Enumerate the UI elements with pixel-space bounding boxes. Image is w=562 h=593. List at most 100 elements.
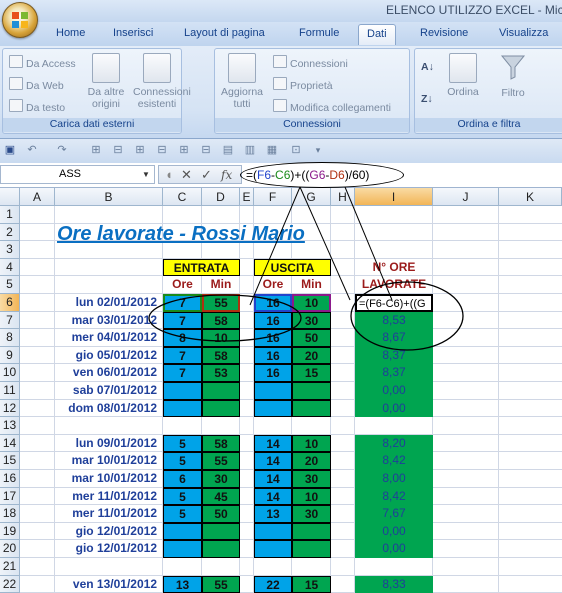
entrata-ore-cell[interactable]: 8 — [163, 329, 202, 347]
refresh-all-button[interactable]: Aggiorna tutti — [217, 53, 267, 110]
uscita-min-cell[interactable] — [292, 522, 331, 541]
row-header-13[interactable]: 13 — [0, 417, 20, 435]
from-text-button[interactable]: Da testo — [9, 99, 65, 114]
uscita-ore-cell[interactable] — [254, 540, 292, 558]
date-cell[interactable]: lun 09/01/2012 — [55, 435, 163, 453]
uscita-ore-cell[interactable]: 22 — [254, 575, 292, 593]
uscita-ore-cell[interactable] — [254, 399, 292, 418]
entrata-ore-cell[interactable]: 5 — [163, 505, 202, 523]
uscita-ore-cell[interactable]: 14 — [254, 470, 292, 488]
uscita-ore-cell[interactable]: 14 — [254, 452, 292, 470]
row-header-15[interactable]: 15 — [0, 452, 20, 470]
entrata-ore-cell[interactable] — [163, 399, 202, 418]
ore-lavorate-cell[interactable]: 0,00 — [355, 382, 433, 400]
function-wizard-icon[interactable]: ◖ — [165, 167, 173, 182]
row-header-1[interactable]: 1 — [0, 206, 20, 224]
active-cell[interactable]: =(F6-C6)+((G — [355, 294, 433, 312]
entrata-min-cell[interactable]: 30 — [202, 470, 240, 488]
entrata-min-cell[interactable]: 58 — [202, 311, 240, 330]
uscita-min-cell[interactable] — [292, 540, 331, 558]
row-header-14[interactable]: 14 — [0, 434, 20, 453]
print-icon[interactable]: ▦ — [266, 144, 278, 156]
entrata-ore-cell[interactable]: 7 — [163, 311, 202, 330]
entrata-ore-cell[interactable]: 6 — [163, 470, 202, 488]
toolbar-icon-5[interactable]: ⊞ — [178, 144, 190, 156]
uscita-ore-cell[interactable]: 13 — [254, 505, 292, 523]
insert-function-icon[interactable]: fx — [221, 168, 232, 182]
entrata-min-cell[interactable]: 10 — [202, 329, 240, 347]
ore-lavorate-cell[interactable]: 8,33 — [355, 575, 433, 593]
column-header-c[interactable]: C — [163, 188, 202, 206]
uscita-ore-cell[interactable]: 16 — [254, 346, 292, 365]
redo-icon[interactable]: ↷ — [56, 144, 68, 156]
ore-lavorate-cell[interactable]: 0,00 — [355, 540, 433, 558]
row-header-5[interactable]: 5 — [0, 276, 20, 294]
row-header-22[interactable]: 22 — [0, 575, 20, 593]
column-header-g[interactable]: G — [292, 188, 331, 206]
row-header-3[interactable]: 3 — [0, 241, 20, 259]
date-cell[interactable]: mer 11/01/2012 — [55, 505, 163, 523]
row-header-6[interactable]: 6 — [0, 294, 20, 312]
date-cell[interactable]: mar 10/01/2012 — [55, 452, 163, 470]
row-header-8[interactable]: 8 — [0, 329, 20, 347]
entrata-min-cell[interactable]: 53 — [202, 364, 240, 382]
column-header-j[interactable]: J — [433, 188, 499, 206]
date-cell[interactable]: mar 10/01/2012 — [55, 470, 163, 488]
tab-revisione[interactable]: Revisione — [420, 27, 468, 39]
date-cell[interactable]: mer 04/01/2012 — [55, 329, 163, 347]
uscita-min-cell[interactable] — [292, 399, 331, 418]
filter-button[interactable]: Filtro — [493, 53, 533, 99]
row-header-17[interactable]: 17 — [0, 487, 20, 506]
column-header-k[interactable]: K — [499, 188, 562, 206]
date-cell[interactable]: gio 12/01/2012 — [55, 523, 163, 541]
edit-links-button[interactable]: Modifica collegamenti — [273, 99, 391, 114]
column-header-b[interactable]: B — [55, 188, 163, 206]
undo-icon[interactable]: ↶ — [26, 144, 38, 156]
row-header-2[interactable]: 2 — [0, 223, 20, 242]
name-box[interactable]: ASS — [0, 165, 155, 184]
entrata-min-cell[interactable] — [202, 399, 240, 418]
sort-za-button[interactable]: Z↓ — [421, 93, 433, 105]
date-cell[interactable]: dom 08/01/2012 — [55, 400, 163, 418]
column-header-e[interactable]: E — [240, 188, 254, 206]
from-web-button[interactable]: Da Web — [9, 77, 64, 92]
uscita-min-cell[interactable]: 10 — [292, 434, 331, 453]
date-cell[interactable]: ven 13/01/2012 — [55, 576, 163, 593]
uscita-ore-cell[interactable]: 14 — [254, 434, 292, 453]
other-sources-button[interactable]: Da altre origini — [81, 53, 131, 110]
properties-button[interactable]: Proprietà — [273, 77, 333, 92]
entrata-ore-cell[interactable]: 5 — [163, 452, 202, 470]
toolbar-icon-9[interactable]: ⊡ — [290, 144, 302, 156]
ore-lavorate-cell[interactable]: 8,37 — [355, 364, 433, 382]
enter-icon[interactable]: ✓ — [201, 167, 212, 183]
entrata-min-cell[interactable]: 50 — [202, 505, 240, 523]
entrata-min-cell[interactable] — [202, 522, 240, 541]
ore-lavorate-cell[interactable]: 8,53 — [355, 311, 433, 330]
ore-lavorate-cell[interactable]: 0,00 — [355, 399, 433, 418]
existing-connections-button[interactable]: Connessioni esistenti — [133, 53, 191, 110]
uscita-min-cell[interactable] — [292, 382, 331, 400]
row-header-19[interactable]: 19 — [0, 522, 20, 541]
toolbar-icon-1[interactable]: ⊞ — [90, 144, 102, 156]
ore-lavorate-cell[interactable]: 0,00 — [355, 522, 433, 541]
entrata-ore-cell[interactable]: 5 — [163, 487, 202, 506]
row-header-7[interactable]: 7 — [0, 311, 20, 330]
row-header-9[interactable]: 9 — [0, 346, 20, 365]
tab-home[interactable]: Home — [56, 27, 85, 39]
date-cell[interactable]: sab 07/01/2012 — [55, 382, 163, 400]
tab-visualizza[interactable]: Visualizza — [499, 27, 548, 39]
ore-lavorate-cell[interactable]: 7,67 — [355, 505, 433, 523]
select-all-corner[interactable] — [0, 188, 20, 206]
column-header-f[interactable]: F — [254, 188, 292, 206]
uscita-min-cell[interactable]: 30 — [292, 311, 331, 330]
uscita-ore-cell[interactable]: 16 — [254, 311, 292, 330]
uscita-ore-cell[interactable]: 16 — [254, 364, 292, 382]
ore-lavorate-cell[interactable]: 8,20 — [355, 434, 433, 453]
uscita-ore-cell[interactable] — [254, 522, 292, 541]
date-cell[interactable]: mar 03/01/2012 — [55, 312, 163, 330]
toolbar-icon-7[interactable]: ▤ — [222, 144, 234, 156]
customize-qat-icon[interactable]: ▾ — [312, 144, 324, 156]
tab-dati[interactable]: Dati — [358, 24, 396, 45]
date-cell[interactable]: gio 05/01/2012 — [55, 347, 163, 365]
toolbar-icon-4[interactable]: ⊟ — [156, 144, 168, 156]
